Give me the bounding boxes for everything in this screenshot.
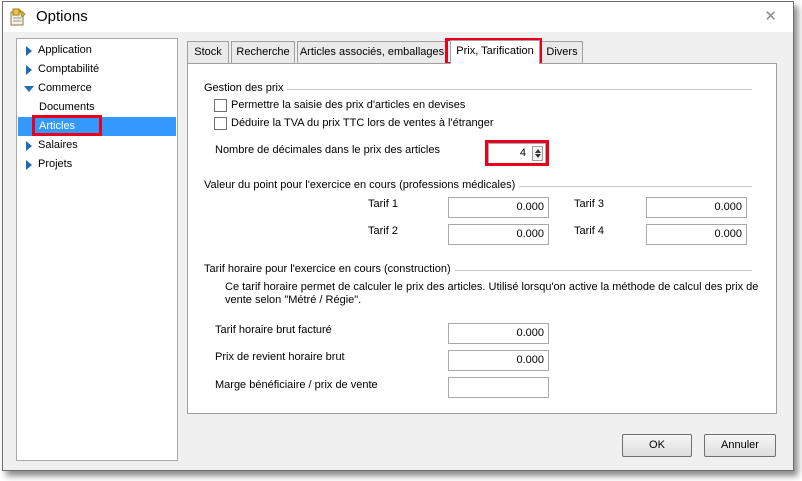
horaire-description: Ce tarif horaire permet de calculer le p… bbox=[225, 281, 770, 307]
prix-tarification-panel: Gestion des prix Permettre la saisie des… bbox=[187, 63, 777, 414]
application-icon bbox=[10, 8, 26, 26]
tree-item-application[interactable]: Application bbox=[18, 41, 176, 60]
revient-label: Prix de revient horaire brut bbox=[215, 351, 345, 363]
devises-label: Permettre la saisie des prix d'articles … bbox=[231, 99, 466, 111]
tree-item-label: Commerce bbox=[38, 82, 92, 94]
revient-input[interactable]: 0.000 bbox=[448, 350, 549, 371]
close-icon[interactable]: ✕ bbox=[764, 7, 777, 25]
cancel-button[interactable]: Annuler bbox=[704, 434, 776, 457]
tarif4-input[interactable]: 0.000 bbox=[646, 224, 747, 245]
tree-item-label: Documents bbox=[39, 101, 95, 113]
horaire-description-line1: Ce tarif horaire permet de calculer le p… bbox=[225, 281, 759, 293]
tarif1-label: Tarif 1 bbox=[368, 198, 398, 210]
tree-item-label: Projets bbox=[38, 158, 73, 170]
tree-item-projets[interactable]: Projets bbox=[18, 155, 176, 174]
tab-divers[interactable]: Divers bbox=[541, 41, 583, 63]
tree-item-comptabilite[interactable]: Comptabilité bbox=[18, 60, 176, 79]
brut-label: Tarif horaire brut facturé bbox=[215, 324, 332, 336]
tab-recherche[interactable]: Recherche bbox=[231, 41, 295, 63]
marge-label: Marge bénéficiaire / prix de vente bbox=[215, 379, 378, 391]
collapse-arrow-icon[interactable] bbox=[24, 86, 34, 92]
title-bar: Options ✕ bbox=[3, 2, 793, 32]
tarif1-input[interactable]: 0.000 bbox=[448, 197, 549, 218]
tree-item-articles[interactable]: Articles bbox=[18, 117, 176, 136]
section-title-valeur: Valeur du point pour l'exercice en cours… bbox=[204, 179, 520, 191]
tree-item-commerce[interactable]: Commerce bbox=[18, 79, 176, 98]
tarif3-input[interactable]: 0.000 bbox=[646, 197, 747, 218]
tab-prix-tarification[interactable]: Prix, Tarification bbox=[450, 40, 540, 64]
decimals-value: 4 bbox=[519, 147, 526, 159]
spin-down-icon[interactable] bbox=[535, 154, 541, 158]
tarif2-label: Tarif 2 bbox=[368, 225, 398, 237]
tarif4-label: Tarif 4 bbox=[574, 225, 604, 237]
expand-arrow-icon[interactable] bbox=[26, 46, 32, 56]
marge-input[interactable] bbox=[448, 377, 549, 398]
options-dialog: Options ✕ Application Comptabilité Comme… bbox=[2, 1, 794, 471]
tab-articles-associes[interactable]: Articles associés, emballages bbox=[297, 41, 447, 63]
brut-input[interactable]: 0.000 bbox=[448, 323, 549, 344]
tree-item-documents[interactable]: Documents bbox=[18, 98, 176, 117]
options-tree: Application Comptabilité Commerce Docume… bbox=[16, 38, 178, 461]
expand-arrow-icon[interactable] bbox=[26, 141, 32, 151]
horaire-description-line2: vente selon "Métré / Régie". bbox=[225, 294, 362, 306]
section-title-gestion: Gestion des prix bbox=[204, 82, 288, 94]
ok-button[interactable]: OK bbox=[622, 434, 692, 457]
spin-buttons[interactable] bbox=[532, 146, 543, 161]
tree-item-label: Articles bbox=[39, 120, 76, 132]
decimals-label: Nombre de décimales dans le prix des art… bbox=[215, 144, 440, 156]
tree-item-salaires[interactable]: Salaires bbox=[18, 136, 176, 155]
decimals-stepper[interactable]: 4 bbox=[488, 143, 546, 164]
tva-label: Déduire la TVA du prix TTC lors de vente… bbox=[231, 117, 494, 129]
tarif3-label: Tarif 3 bbox=[574, 198, 604, 210]
tarif2-input[interactable]: 0.000 bbox=[448, 224, 549, 245]
section-title-horaire: Tarif horaire pour l'exercice en cours (… bbox=[204, 263, 455, 275]
expand-arrow-icon[interactable] bbox=[26, 65, 32, 75]
tva-checkbox[interactable] bbox=[214, 117, 227, 130]
expand-arrow-icon[interactable] bbox=[26, 160, 32, 170]
spin-up-icon[interactable] bbox=[535, 149, 541, 153]
tab-stock[interactable]: Stock bbox=[187, 41, 229, 63]
tree-item-label: Salaires bbox=[38, 139, 78, 151]
window-title: Options bbox=[36, 8, 88, 25]
tree-item-label: Application bbox=[38, 44, 92, 56]
devises-checkbox[interactable] bbox=[214, 99, 227, 112]
tree-item-label: Comptabilité bbox=[38, 63, 100, 75]
